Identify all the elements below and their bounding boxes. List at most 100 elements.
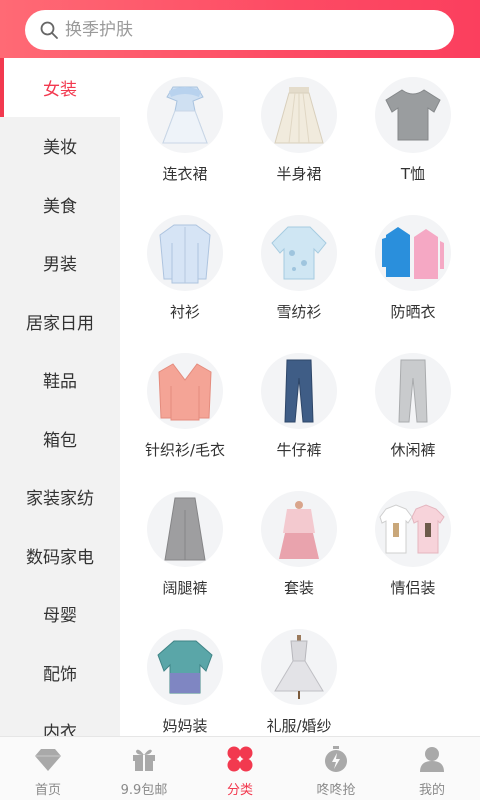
sidebar-item-shoes[interactable]: 鞋品 bbox=[0, 351, 120, 410]
category-item[interactable]: 礼服/婚纱 bbox=[242, 629, 356, 736]
diamond-icon bbox=[35, 749, 61, 771]
gown-icon bbox=[274, 635, 324, 699]
search-bar[interactable] bbox=[25, 10, 454, 50]
sun-jacket-icon bbox=[382, 227, 444, 279]
tab-profile[interactable]: 我的 bbox=[384, 737, 480, 800]
search-input[interactable] bbox=[65, 20, 425, 40]
tab-label: 首页 bbox=[34, 783, 61, 798]
category-label: 雪纺衫 bbox=[276, 303, 322, 321]
sidebar-item-label: 家装家纺 bbox=[26, 489, 94, 510]
sidebar-item-label: 美妆 bbox=[43, 138, 77, 159]
category-item[interactable]: 情侣装 bbox=[356, 491, 470, 621]
tab-label: 分类 bbox=[226, 783, 253, 798]
wide-leg-thumb bbox=[147, 491, 223, 567]
casual-pants-thumb bbox=[375, 353, 451, 429]
tshirt-icon bbox=[385, 89, 441, 141]
category-grid: 连衣裙 半身裙 T恤 衬衫 雪纺衫 防晒衣 针织衫/毛衣 牛仔裤 休闲裤 阔腿裤… bbox=[128, 72, 480, 736]
category-item[interactable]: 连衣裙 bbox=[128, 77, 242, 207]
dress-icon bbox=[162, 86, 208, 144]
sidebar-item-mens[interactable]: 男装 bbox=[0, 234, 120, 293]
gift-icon bbox=[133, 749, 155, 771]
tab-home[interactable]: 首页 bbox=[0, 737, 96, 800]
gown-thumb bbox=[261, 629, 337, 705]
category-label: 套装 bbox=[283, 579, 314, 597]
category-label: 防晒衣 bbox=[390, 303, 436, 321]
sidebar-item-womens[interactable]: 女装 bbox=[0, 58, 120, 117]
category-label: 衬衫 bbox=[169, 303, 200, 321]
category-label: 妈妈装 bbox=[162, 717, 208, 735]
suit-thumb bbox=[261, 491, 337, 567]
jeans-icon bbox=[284, 359, 314, 423]
category-label: 情侣装 bbox=[390, 579, 436, 597]
sidebar-item-label: 女装 bbox=[43, 79, 77, 100]
category-item[interactable]: 半身裙 bbox=[242, 77, 356, 207]
sidebar-item-accessories[interactable]: 配饰 bbox=[0, 643, 120, 702]
category-item[interactable]: 防晒衣 bbox=[356, 215, 470, 345]
sidebar-item-label: 内衣 bbox=[43, 723, 77, 736]
suit-set-icon bbox=[279, 501, 319, 559]
tab-flash-sale[interactable]: 咚咚抢 bbox=[288, 737, 384, 800]
category-label: 连衣裙 bbox=[162, 165, 208, 183]
jeans-thumb bbox=[261, 353, 337, 429]
category-item[interactable]: 针织衫/毛衣 bbox=[128, 353, 242, 483]
search-icon bbox=[40, 21, 58, 39]
couple-tees-icon bbox=[379, 504, 445, 554]
category-item[interactable]: 牛仔裤 bbox=[242, 353, 356, 483]
sidebar-item-bags[interactable]: 箱包 bbox=[0, 409, 120, 468]
category-item[interactable]: 套装 bbox=[242, 491, 356, 621]
category-item[interactable]: 阔腿裤 bbox=[128, 491, 242, 621]
chiffon-thumb bbox=[261, 215, 337, 291]
tab-label: 9.9包邮 bbox=[120, 783, 168, 798]
shirt-thumb bbox=[147, 215, 223, 291]
chiffon-shirt-icon bbox=[271, 226, 327, 280]
bottom-tab-bar: 首页 9.9包邮 分类 咚咚抢 我的 bbox=[0, 736, 480, 800]
tab-label: 咚咚抢 bbox=[316, 783, 356, 798]
sidebar-item-label: 箱包 bbox=[43, 430, 77, 451]
category-item[interactable]: 妈妈装 bbox=[128, 629, 242, 736]
user-icon bbox=[420, 747, 444, 772]
category-label: 礼服/婚纱 bbox=[266, 717, 332, 735]
cardigan-thumb bbox=[147, 353, 223, 429]
cardigan-icon bbox=[158, 363, 212, 421]
dress-thumb bbox=[147, 77, 223, 153]
skirt-thumb bbox=[261, 77, 337, 153]
sidebar-item-underwear[interactable]: 内衣 bbox=[0, 702, 120, 736]
category-sidebar: 女装 美妆 美食 男装 居家日用 鞋品 箱包 家装家纺 数码家电 母婴 配饰 内… bbox=[0, 58, 120, 736]
category-label: 阔腿裤 bbox=[162, 579, 208, 597]
sidebar-item-home[interactable]: 居家日用 bbox=[0, 292, 120, 351]
sidebar-item-label: 居家日用 bbox=[26, 313, 94, 334]
sidebar-item-label: 男装 bbox=[43, 255, 77, 276]
sidebar-item-label: 鞋品 bbox=[43, 372, 77, 393]
wide-leg-pants-icon bbox=[164, 497, 206, 561]
sidebar-item-home-textile[interactable]: 家装家纺 bbox=[0, 468, 120, 527]
category-item[interactable]: 雪纺衫 bbox=[242, 215, 356, 345]
couple-thumb bbox=[375, 491, 451, 567]
sidebar-item-label: 美食 bbox=[43, 196, 77, 217]
sidebar-item-label: 母婴 bbox=[43, 606, 77, 627]
category-label: T恤 bbox=[400, 165, 426, 183]
sun-jacket-thumb bbox=[375, 215, 451, 291]
sidebar-item-label: 配饰 bbox=[43, 664, 77, 685]
stopwatch-icon bbox=[325, 746, 347, 772]
category-label: 休闲裤 bbox=[390, 441, 436, 459]
mom-top-icon bbox=[157, 640, 213, 694]
tab-label: 我的 bbox=[418, 783, 445, 798]
tab-categories[interactable]: 分类 bbox=[192, 737, 288, 800]
tab-free-shipping[interactable]: 9.9包邮 bbox=[96, 737, 192, 800]
header bbox=[0, 0, 480, 58]
skirt-icon bbox=[274, 87, 324, 144]
category-label: 半身裙 bbox=[276, 165, 322, 183]
sidebar-item-beauty[interactable]: 美妆 bbox=[0, 117, 120, 176]
sidebar-item-electronics[interactable]: 数码家电 bbox=[0, 526, 120, 585]
clover-icon bbox=[227, 746, 253, 772]
mom-top-thumb bbox=[147, 629, 223, 705]
category-item[interactable]: 休闲裤 bbox=[356, 353, 470, 483]
sidebar-item-label: 数码家电 bbox=[26, 547, 94, 568]
category-label: 牛仔裤 bbox=[276, 441, 322, 459]
sidebar-item-food[interactable]: 美食 bbox=[0, 175, 120, 234]
sidebar-item-baby[interactable]: 母婴 bbox=[0, 585, 120, 644]
shirt-icon bbox=[159, 224, 211, 284]
category-item[interactable]: 衬衫 bbox=[128, 215, 242, 345]
category-item[interactable]: T恤 bbox=[356, 77, 470, 207]
tshirt-thumb bbox=[375, 77, 451, 153]
